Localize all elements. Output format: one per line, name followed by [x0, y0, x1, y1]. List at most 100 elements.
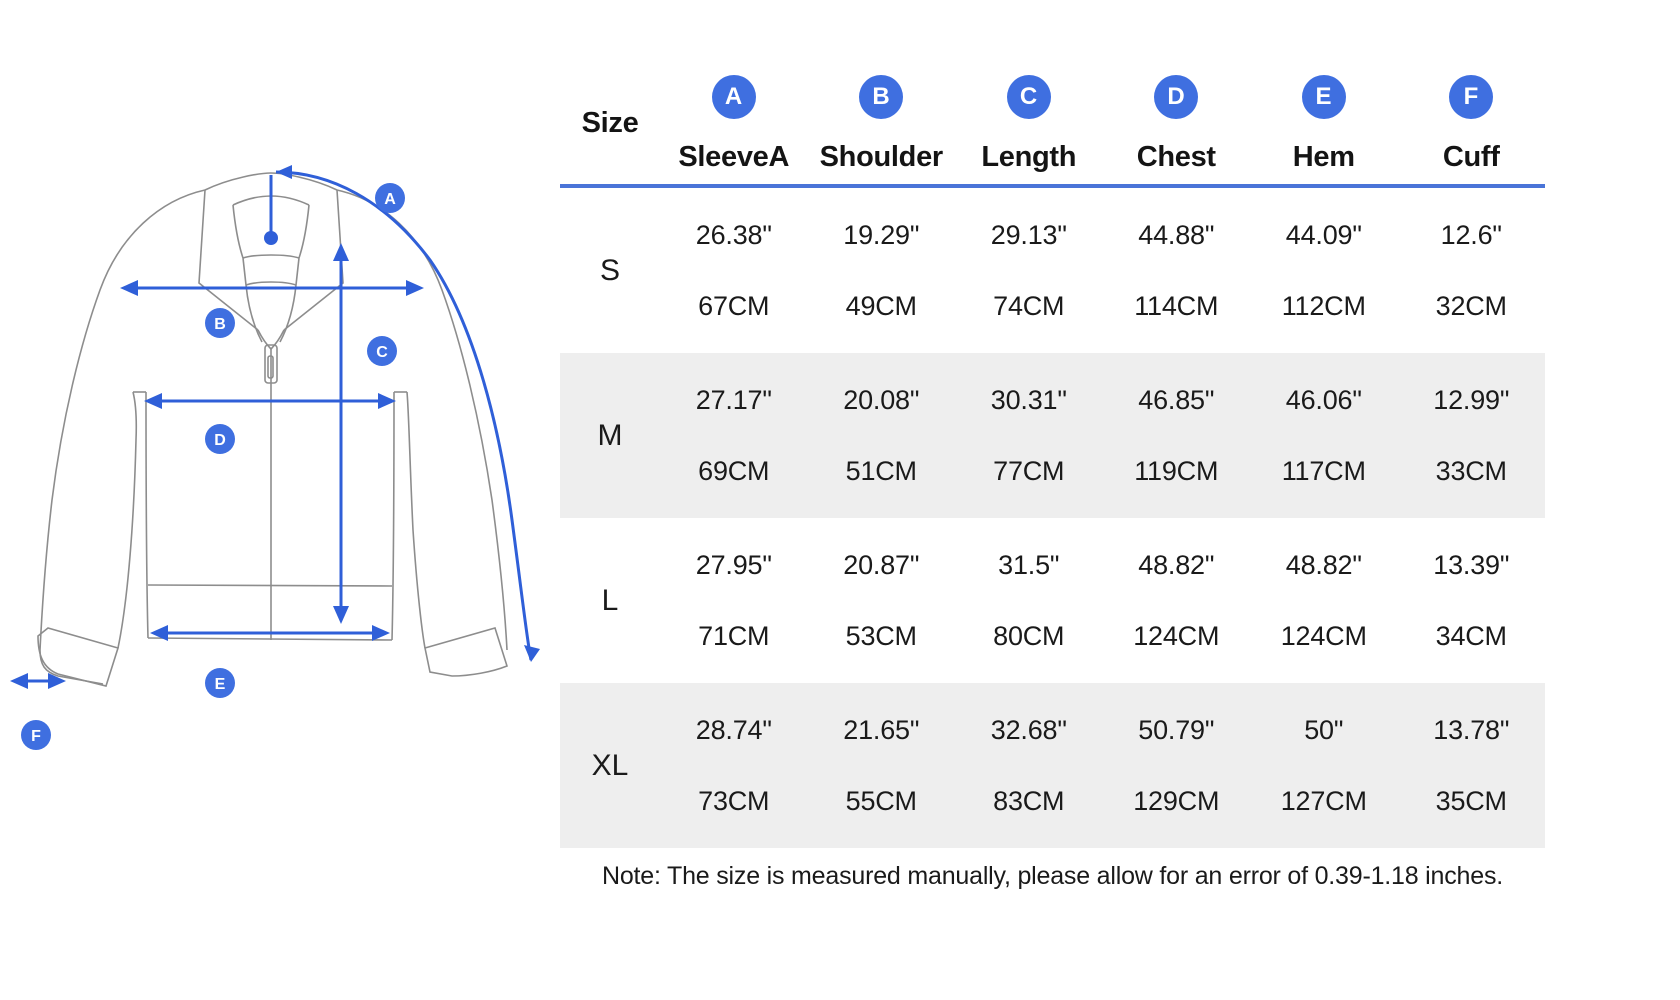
arrowhead-b-right [406, 280, 424, 296]
size-table-head: Size A SleeveA B Shoulder C Length D Che… [560, 24, 1545, 188]
value-inches: 44.88" [1138, 219, 1215, 250]
header-label-shoulder: Shoulder [819, 141, 944, 173]
value-cm: 112CM [1281, 290, 1366, 321]
row-size-label: L [601, 583, 619, 617]
jacket-diagram-svg: A B C D E F [10, 165, 540, 750]
value-cm: 33CM [1435, 455, 1507, 486]
header-label-cuff: Cuff [1442, 141, 1500, 173]
row-cell-length: 32.68" 83CM [955, 683, 1103, 848]
value-inches: 46.85" [1138, 384, 1215, 415]
value-inches: 50.79" [1138, 714, 1215, 745]
value-cm: 127CM [1280, 785, 1367, 816]
value-inches: 46.06" [1285, 384, 1362, 415]
row-cell-shoulder: 21.65" 55CM [807, 683, 955, 848]
table-row: L 27.95" 71CM 20.87" 53CM 31.5" 80CM 48.… [560, 518, 1545, 683]
diagram-marker-badges: A B C D E F [21, 183, 405, 750]
header-badge-c: C [1006, 75, 1051, 119]
arrowhead-f-left [10, 673, 28, 689]
value-cm: 73CM [698, 785, 770, 816]
header-cell-length: C Length [955, 24, 1103, 184]
row-cell-length: 29.13" 74CM [955, 188, 1103, 353]
row-size-cell: M [560, 353, 660, 518]
arrowhead-a-end [524, 645, 540, 662]
diagram-marker-f-label: F [31, 728, 41, 745]
row-cell-cuff: 13.39" 34CM [1398, 518, 1546, 683]
value-inches: 27.17" [695, 384, 772, 415]
row-cell-chest: 48.82" 124CM [1103, 518, 1251, 683]
value-inches: 48.82" [1138, 549, 1215, 580]
header-label-hem: Hem [1292, 141, 1355, 173]
header-cell-sleevea: A SleeveA [660, 24, 808, 184]
size-table-panel: Size A SleeveA B Shoulder C Length D Che… [560, 0, 1680, 1000]
arrowhead-b-left [120, 280, 138, 296]
row-size-label: XL [591, 748, 629, 782]
header-label-sleevea: SleeveA [678, 141, 790, 173]
diagram-marker-d-label: D [214, 432, 226, 449]
value-cm: 80CM [993, 620, 1065, 651]
row-cell-cuff: 12.99" 33CM [1397, 353, 1545, 518]
value-inches: 50" [1304, 714, 1344, 745]
value-cm: 124CM [1280, 620, 1367, 651]
size-table-body: S 26.38" 67CM 19.29" 49CM 29.13" 74CM 44… [560, 188, 1545, 891]
value-inches: 32.68" [990, 714, 1067, 745]
table-note-row: Note: The size is measured manually, ple… [560, 848, 1545, 891]
row-size-label: M [597, 418, 623, 452]
arrowhead-c-top [333, 243, 349, 261]
value-inches: 44.09" [1285, 219, 1362, 250]
value-cm: 51CM [845, 455, 917, 486]
value-cm: 69CM [698, 455, 770, 486]
arrowhead-e-right [372, 625, 390, 641]
value-cm: 67CM [698, 290, 770, 321]
value-cm: 129CM [1133, 785, 1220, 816]
size-table-header-row: Size A SleeveA B Shoulder C Length D Che… [560, 24, 1545, 184]
value-inches: 28.74" [695, 714, 772, 745]
value-inches: 21.65" [843, 714, 920, 745]
value-cm: 35CM [1435, 785, 1507, 816]
jacket-outline [37, 172, 508, 687]
value-cm: 83CM [993, 785, 1065, 816]
header-cell-hem: E Hem [1250, 24, 1398, 184]
row-cell-shoulder: 19.29" 49CM [808, 188, 956, 353]
value-cm: 77CM [993, 455, 1065, 486]
value-inches: 13.78" [1433, 714, 1510, 745]
row-cell-hem: 50" 127CM [1250, 683, 1398, 848]
garment-diagram-panel: A B C D E F [0, 0, 560, 1000]
diagram-marker-b: B [205, 308, 235, 338]
header-badge-f: F [1449, 75, 1494, 119]
value-cm: 74CM [993, 290, 1065, 321]
value-cm: 32CM [1435, 290, 1507, 321]
header-badge-d: D [1154, 75, 1199, 119]
row-cell-chest: 50.79" 129CM [1102, 683, 1250, 848]
row-cell-sleevea: 28.74" 73CM [660, 683, 808, 848]
row-cell-length: 30.31" 77CM [955, 353, 1103, 518]
neck-point-dot [264, 231, 278, 245]
row-cell-hem: 48.82" 124CM [1250, 518, 1398, 683]
measurement-note: Note: The size is measured manually, ple… [601, 862, 1503, 890]
value-inches: 30.31" [990, 384, 1067, 415]
header-badge-b: B [859, 75, 904, 119]
row-size-cell: S [560, 188, 660, 353]
value-cm: 117CM [1281, 455, 1366, 486]
table-row: XL 28.74" 73CM 21.65" 55CM 32.68" 83CM 5… [560, 683, 1545, 848]
header-cell-shoulder: B Shoulder [808, 24, 956, 184]
header-label-chest: Chest [1136, 141, 1216, 173]
diagram-marker-b-label: B [214, 316, 226, 333]
row-cell-sleevea: 27.17" 69CM [660, 353, 808, 518]
value-cm: 55CM [845, 785, 917, 816]
value-inches: 31.5" [998, 549, 1060, 580]
header-cell-size: Size [560, 24, 660, 184]
arrowhead-c-bottom [333, 606, 349, 624]
header-cell-cuff: F Cuff [1398, 24, 1546, 184]
row-cell-chest: 46.85" 119CM [1102, 353, 1250, 518]
diagram-marker-d: D [205, 424, 235, 454]
row-cell-length: 31.5" 80CM [955, 518, 1103, 683]
row-cell-cuff: 13.78" 35CM [1397, 683, 1545, 848]
header-badge-a: A [711, 75, 756, 119]
diagram-marker-e: E [205, 668, 235, 698]
value-cm: 49CM [845, 290, 917, 321]
value-inches: 26.38" [695, 219, 772, 250]
diagram-marker-a-label: A [384, 191, 396, 208]
row-cell-chest: 44.88" 114CM [1103, 188, 1251, 353]
size-chart-page: A B C D E F Size A SleeveA B Shoulder C … [0, 0, 1680, 1000]
row-cell-sleevea: 26.38" 67CM [660, 188, 808, 353]
